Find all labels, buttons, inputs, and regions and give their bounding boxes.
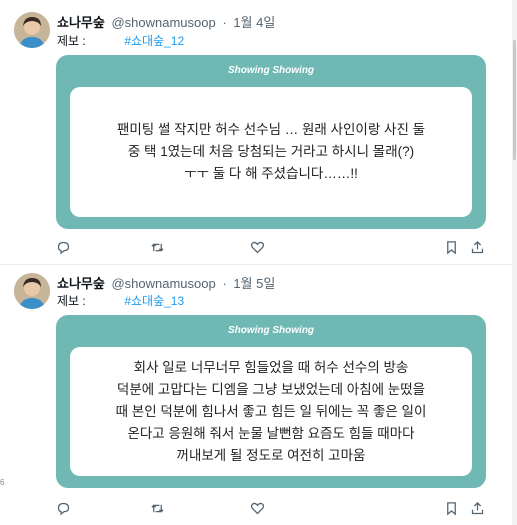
tweet-date[interactable]: 1월 4일 [233, 15, 275, 30]
media-card[interactable]: Showing Showing 팬미팅 썰 작지만 허수 선수님 … 원래 사인… [56, 55, 486, 229]
reply-icon[interactable] [54, 499, 72, 517]
author-handle[interactable]: @shownamusoop [111, 276, 215, 291]
hashtag-link[interactable]: #쇼대숲_13 [124, 294, 184, 308]
tweet-header: 쇼나무숲 @shownamusoop · 1월 5일 [57, 273, 275, 292]
card-title: Showing Showing [227, 65, 315, 76]
share-icon[interactable] [468, 238, 486, 256]
tweet-header: 쇼나무숲 @shownamusoop · 1월 4일 [57, 12, 275, 31]
card-title: Showing Showing [227, 325, 315, 336]
hashtag-link[interactable]: #쇼대숲_12 [124, 34, 184, 48]
card-line: 꺼내보게 될 정도로 여전히 고마움 [176, 447, 366, 463]
author-name[interactable]: 쇼나무숲 [57, 276, 105, 291]
card-line: 중 택 1였는데 처음 당첨되는 거라고 하시니 몰래(?) [127, 144, 415, 159]
card-line: 팬미팅 썰 작지만 허수 선수님 … 원래 사인이랑 사진 둘 [116, 122, 426, 137]
bookmark-icon[interactable] [442, 499, 460, 517]
tweet-actions [56, 499, 486, 517]
bookmark-icon[interactable] [442, 238, 460, 256]
card-line: ㅜㅜ 둘 다 해 주셨습니다……!! [184, 166, 358, 181]
reply-icon[interactable] [54, 238, 72, 256]
media-card[interactable]: Showing Showing 회사 일로 너무너무 힘들었을 때 허수 선수의… [56, 315, 486, 488]
tweet[interactable]: 쇼나무숲 @shownamusoop · 1월 5일 제보 : #쇼대숲_13 … [0, 265, 512, 525]
card-text-box: 회사 일로 너무너무 힘들었을 때 허수 선수의 방송 덕분에 고맙다는 디엠을… [70, 347, 472, 476]
tweet-actions [56, 238, 486, 256]
scrollbar-thumb[interactable] [513, 40, 516, 160]
separator-dot: · [222, 15, 227, 30]
card-line: 온다고 응원해 줘서 눈물 날뻔함 요즘도 힘들 때마다 [127, 425, 415, 441]
like-icon[interactable] [248, 238, 266, 256]
card-line: 때 본인 덕분에 힘나서 좋고 힘든 일 뒤에는 꼭 좋은 일이 [115, 403, 427, 419]
card-line: 회사 일로 너무너무 힘들었을 때 허수 선수의 방송 [133, 359, 409, 375]
separator-dot: · [222, 276, 227, 291]
avatar[interactable] [14, 12, 50, 48]
avatar[interactable] [14, 273, 50, 309]
tweet-date[interactable]: 1월 5일 [233, 276, 275, 291]
share-icon[interactable] [468, 499, 486, 517]
author-name[interactable]: 쇼나무숲 [57, 15, 105, 30]
card-text-box: 팬미팅 썰 작지만 허수 선수님 … 원래 사인이랑 사진 둘 중 택 1였는데… [70, 87, 472, 217]
retweet-icon[interactable] [148, 238, 166, 256]
card-line: 덕분에 고맙다는 디엠을 그냥 보냈었는데 아침에 눈떴을 [116, 381, 426, 397]
tweet-text: 제보 : #쇼대숲_13 [57, 292, 184, 309]
tweet[interactable]: 쇼나무숲 @shownamusoop · 1월 4일 제보 : #쇼대숲_12 … [0, 0, 512, 265]
side-mark: 6 [0, 478, 5, 487]
timeline-feed: 쇼나무숲 @shownamusoop · 1월 4일 제보 : #쇼대숲_12 … [0, 0, 512, 525]
tweet-text: 제보 : #쇼대숲_12 [57, 32, 184, 49]
report-label: 제보 : [57, 294, 86, 308]
retweet-icon[interactable] [148, 499, 166, 517]
scrollbar[interactable] [512, 0, 517, 525]
author-handle[interactable]: @shownamusoop [111, 15, 215, 30]
report-label: 제보 : [57, 34, 86, 48]
like-icon[interactable] [248, 499, 266, 517]
